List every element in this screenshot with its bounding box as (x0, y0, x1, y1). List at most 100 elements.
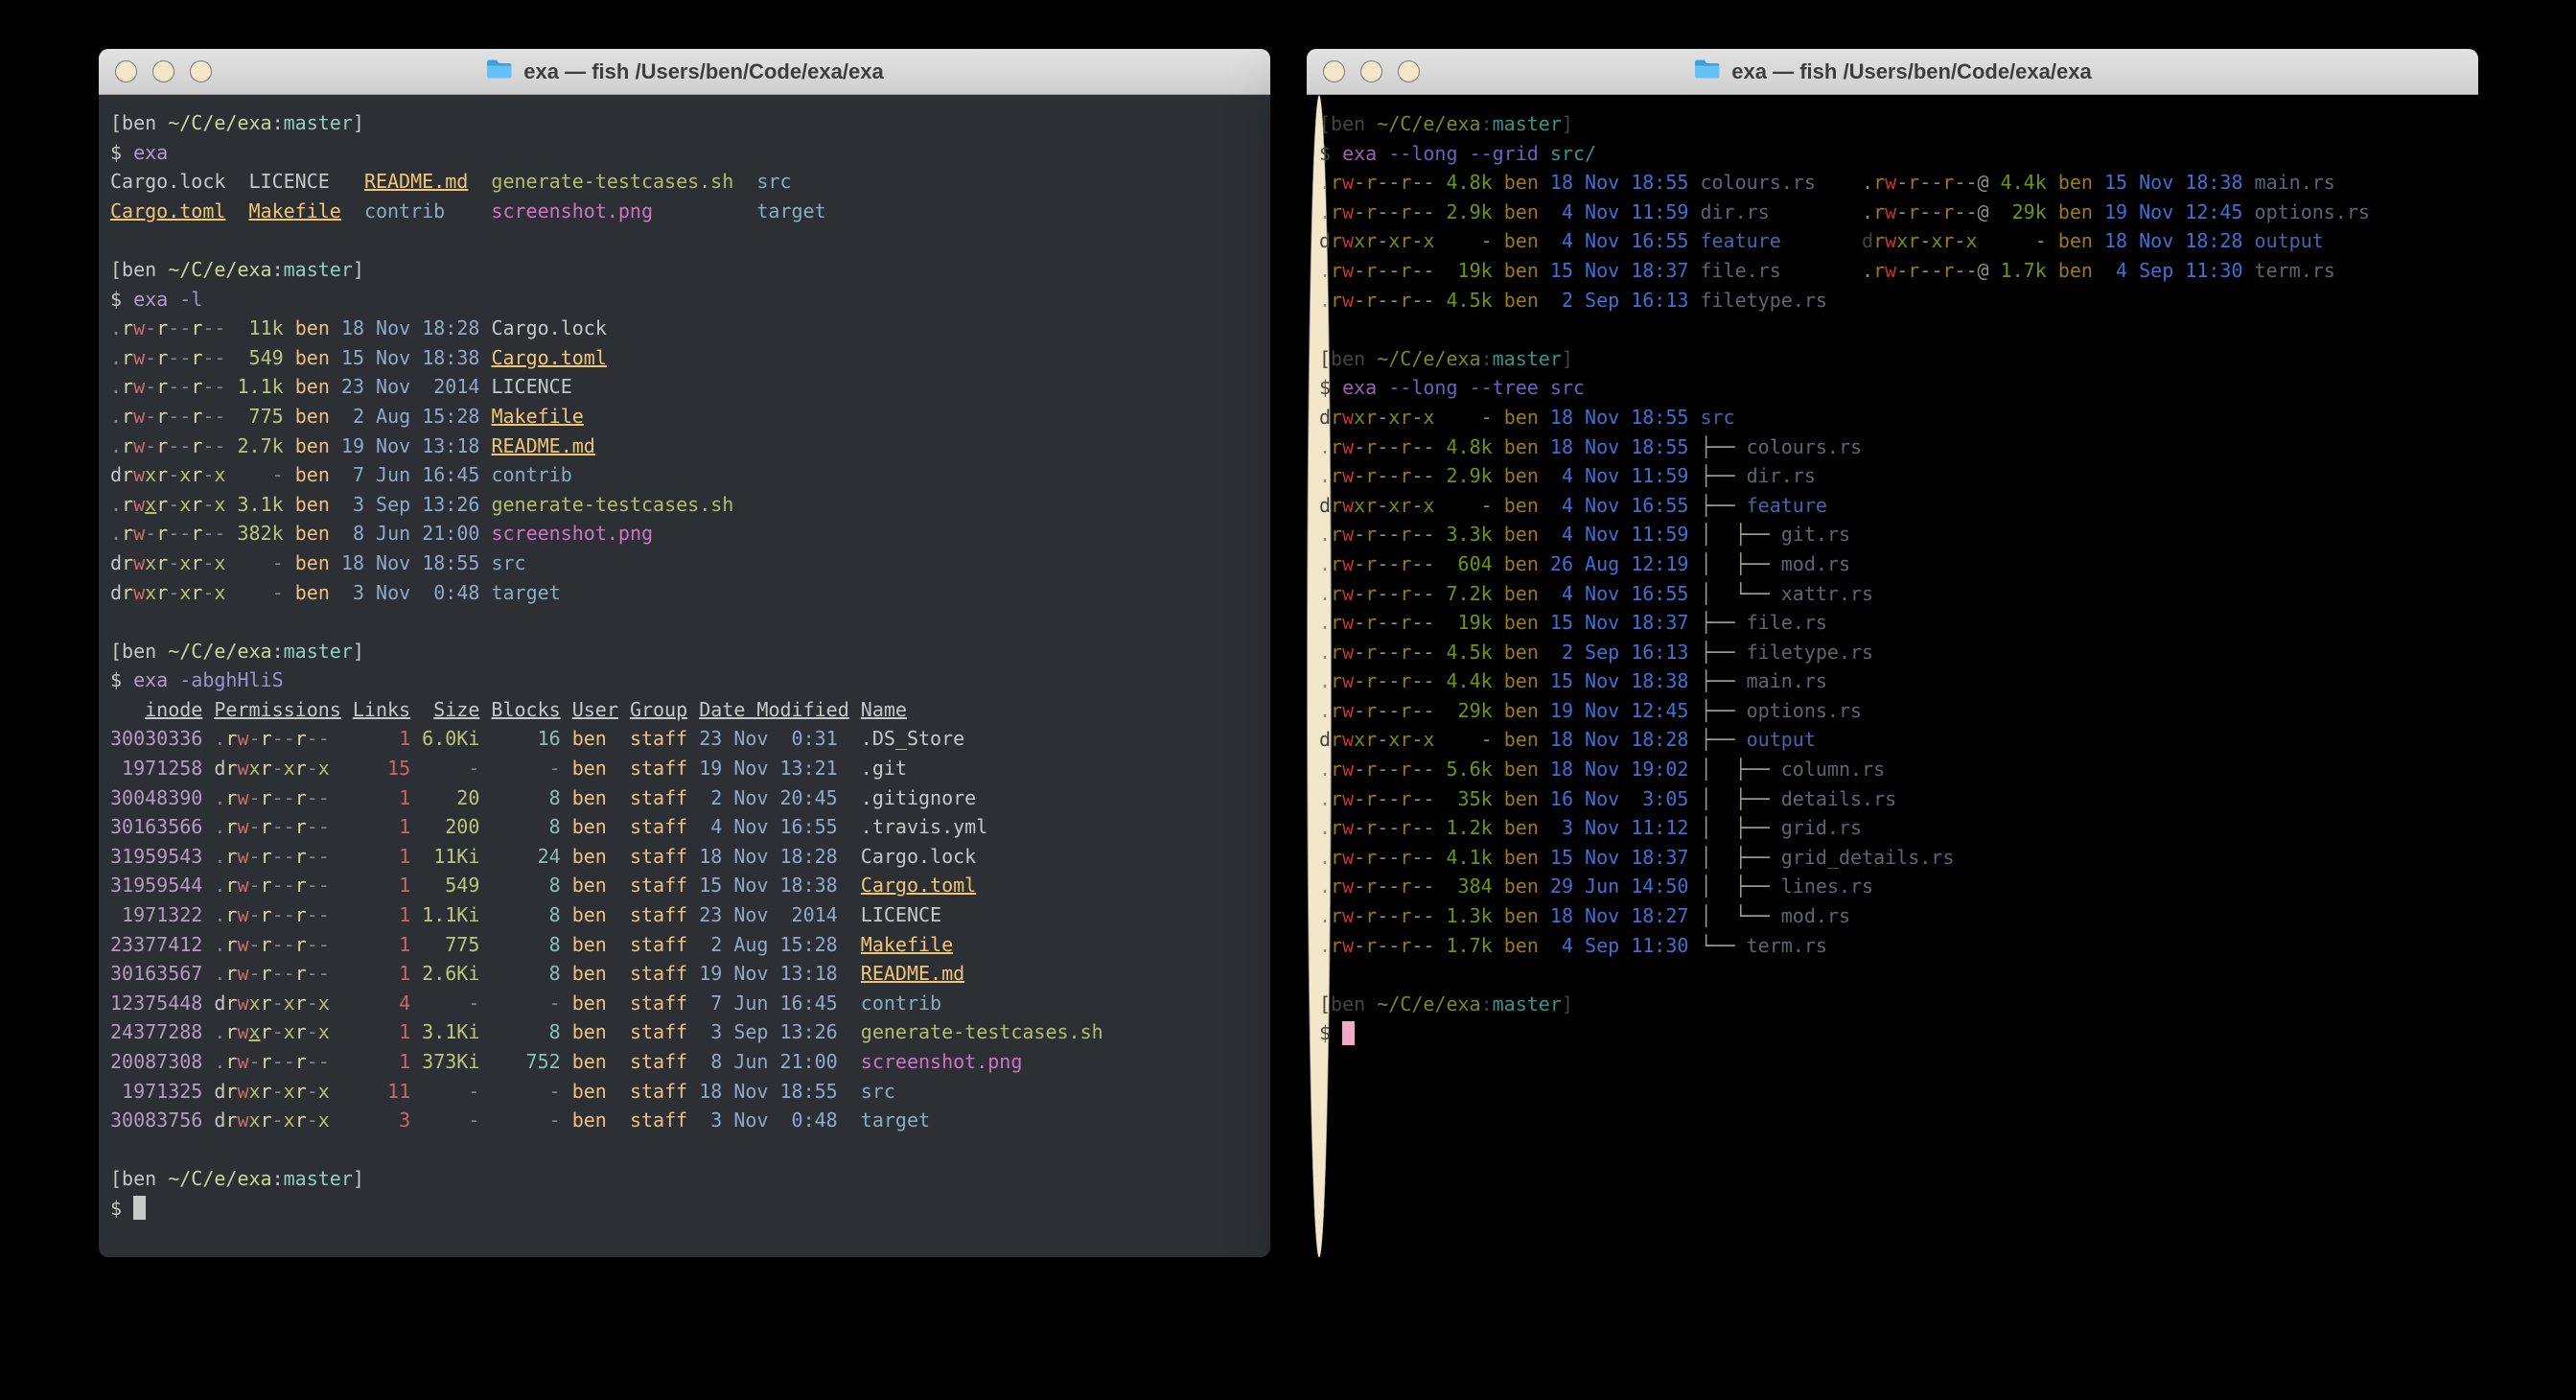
terminal-line: $ exa (110, 138, 1259, 168)
text-run: ] (353, 258, 364, 281)
text-run: ben (1504, 494, 1539, 517)
text-run: Cargo.lock (491, 316, 606, 339)
text-run (330, 551, 341, 574)
text-run: dir.rs (1700, 200, 1769, 223)
text-run: Cargo.toml (861, 874, 976, 897)
permission-char: - (1377, 494, 1388, 517)
permission-char: d (110, 551, 122, 574)
zoom-button[interactable] (1398, 60, 1420, 82)
permission-char: r (1365, 641, 1377, 664)
text-run (1539, 611, 1550, 634)
permission-char: - (272, 992, 284, 1015)
text-run (838, 874, 861, 897)
text-run: 19 Nov 12:45 (1550, 699, 1689, 722)
text-run: 31959543 (110, 845, 202, 868)
text-run: 2.9k (1434, 464, 1492, 487)
text-run (445, 199, 491, 222)
text-run: 12375448 (110, 992, 202, 1015)
text-run: staff (618, 1020, 687, 1043)
text-run: $ (110, 1197, 133, 1220)
permission-char: w (133, 434, 145, 457)
permission-char: . (110, 375, 122, 398)
permission-char: - (1354, 699, 1365, 722)
permission-char: x (1423, 406, 1434, 429)
permission-char: r (1400, 904, 1411, 927)
close-button[interactable] (1323, 60, 1345, 82)
text-run (168, 288, 179, 311)
permission-char: x (318, 1080, 330, 1103)
folder-icon (485, 58, 513, 86)
terminal-output[interactable]: [ben ~/C/e/exa:master]$ exa --long --gri… (1307, 95, 1332, 1257)
text-run: staff (618, 845, 687, 868)
zoom-button[interactable] (190, 60, 212, 82)
permission-char: - (1423, 289, 1434, 312)
permission-char: x (214, 493, 225, 516)
text-run (330, 522, 341, 545)
title-bar[interactable]: exa — fish /Users/ben/Code/exa/exa (99, 49, 1270, 95)
text-cursor (1342, 1021, 1355, 1045)
permission-char: - (1965, 171, 1977, 194)
text-run: $ (110, 288, 133, 311)
permission-char: - (1388, 200, 1400, 223)
text-run: ben (561, 845, 618, 868)
text-run: Blocks (491, 698, 560, 721)
permission-char: - (1388, 641, 1400, 664)
terminal-line: [ben ~/C/e/exa:master] (110, 1164, 1259, 1194)
permission-char: . (1319, 787, 1331, 810)
text-run: ] (1562, 347, 1573, 370)
text-run: generate-testcases.sh (838, 1020, 1103, 1043)
permission-char: - (202, 581, 214, 604)
permission-char: r (156, 522, 168, 545)
permission-char: - (214, 316, 225, 339)
permission-char: . (1319, 846, 1331, 869)
text-run: -abghHliS (179, 668, 283, 691)
text-run: ├── (1700, 435, 1746, 458)
terminal-line: 24377288 .rwxr-xr-x 1 3.1Ki 8 ben staff … (110, 1017, 1259, 1047)
text-run (838, 962, 861, 985)
minimize-button[interactable] (1360, 60, 1382, 82)
permission-char: r (295, 845, 307, 868)
close-button[interactable] (115, 60, 137, 82)
permission-char: x (1388, 728, 1400, 751)
permission-char: x (179, 551, 191, 574)
text-run (1493, 758, 1504, 781)
permission-char: - (168, 551, 179, 574)
permission-char: r (295, 903, 307, 926)
text-run: $ (110, 141, 133, 164)
text-run (479, 551, 491, 574)
terminal-line (110, 1135, 1259, 1165)
text-run: 4.4k (1989, 171, 2047, 194)
permission-char: - (284, 815, 295, 838)
text-run: : (1481, 992, 1493, 1015)
permission-char: w (1342, 787, 1354, 810)
text-run (479, 463, 491, 486)
text-run (2093, 229, 2104, 252)
text-run: ben (295, 316, 330, 339)
text-run: ben (2058, 229, 2093, 252)
permission-char: . (1319, 875, 1331, 898)
permission-char: w (237, 1050, 248, 1073)
title-bar[interactable]: exa — fish /Users/ben/Code/exa/exa (1307, 49, 2478, 95)
text-run (1688, 641, 1700, 664)
permission-char: - (1423, 816, 1434, 839)
text-run: ben (561, 786, 618, 809)
permission-char: @ (1978, 259, 1989, 282)
permission-char: w (1342, 875, 1354, 898)
permission-char: w (133, 316, 145, 339)
terminal-output[interactable]: [ben ~/C/e/exa:master]$ exaCargo.lock LI… (99, 95, 1270, 1257)
permission-char: r (1365, 728, 1377, 751)
permission-char: - (1896, 171, 1908, 194)
text-run (202, 727, 214, 750)
minimize-button[interactable] (152, 60, 174, 82)
text-run (1493, 171, 1504, 194)
text-run: 775 (225, 405, 283, 428)
text-run: ├── (1700, 464, 1746, 487)
permission-char: x (318, 1108, 330, 1132)
text-run: ] (353, 111, 364, 134)
terminal-window-dark: exa — fish /Users/ben/Code/exa/exa [ben … (99, 49, 1270, 1257)
permission-char: r (261, 786, 272, 809)
permission-char: @ (1978, 171, 1989, 194)
permission-char: - (1354, 758, 1365, 781)
text-run (1688, 816, 1700, 839)
permission-char: - (1411, 494, 1423, 517)
